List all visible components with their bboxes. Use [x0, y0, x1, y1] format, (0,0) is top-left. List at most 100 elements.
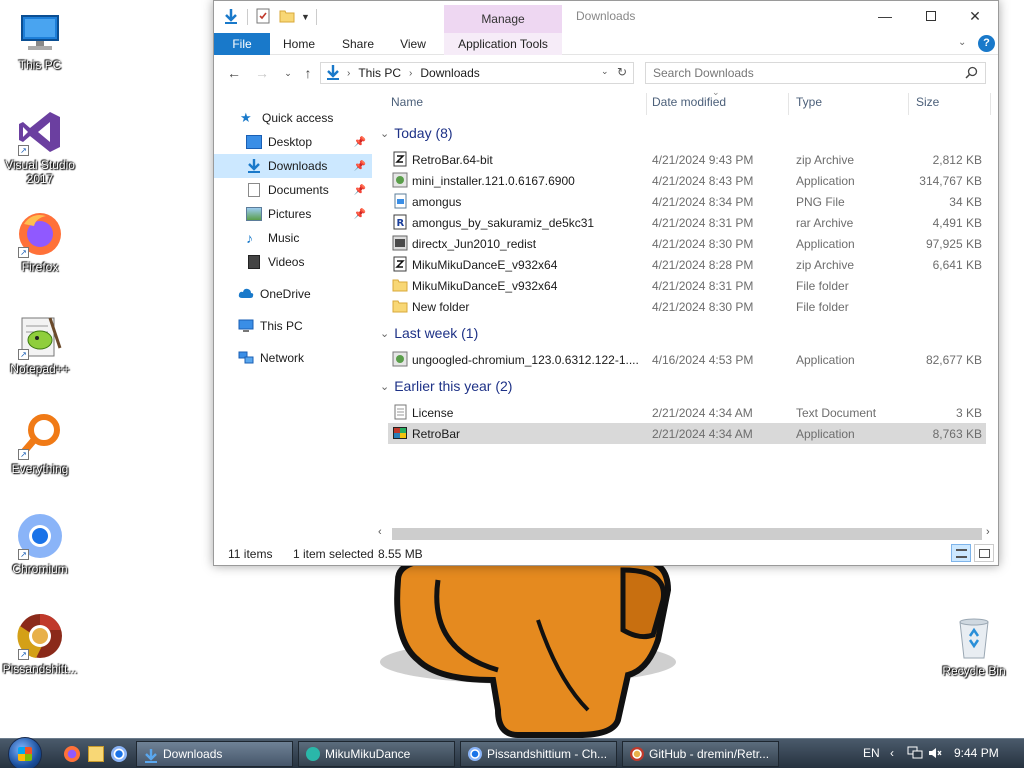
taskbar-button-pissandshittium[interactable]: Pissandshittium - Ch... — [460, 741, 617, 767]
tab-home[interactable]: Home — [274, 33, 324, 55]
file-date: 4/21/2024 9:43 PM — [652, 152, 754, 167]
address-history-chevron-icon[interactable]: ⌄ — [601, 66, 609, 77]
pin-icon[interactable]: 📌 — [354, 137, 366, 148]
firefox-icon[interactable] — [64, 746, 80, 762]
mikumikudance-icon — [306, 747, 320, 761]
details-view-button[interactable] — [951, 544, 971, 562]
new-folder-icon[interactable] — [279, 8, 295, 27]
network-icon[interactable] — [907, 746, 923, 763]
minimize-button[interactable]: — — [862, 1, 908, 31]
column-divider[interactable] — [646, 93, 647, 115]
taskbar-button-github-retrobar[interactable]: GitHub - dremin/Retr... — [622, 741, 779, 767]
scrollbar-thumb[interactable] — [392, 528, 982, 540]
column-divider[interactable] — [908, 93, 909, 115]
folder-icon — [392, 277, 408, 293]
pin-icon[interactable]: 📌 — [354, 209, 366, 220]
nav-this-pc[interactable]: This PC — [214, 314, 372, 338]
up-button[interactable]: ↑ — [298, 64, 318, 82]
nav-item-videos[interactable]: Videos — [214, 250, 372, 274]
file-list: Name ⌄ Date modified Type Size ⌄ Today (… — [374, 87, 998, 527]
properties-icon[interactable] — [255, 8, 271, 27]
desktop-icon-firefox[interactable]: ↗ Firefox — [0, 210, 80, 274]
group-header-today[interactable]: ⌄ Today (8) — [380, 125, 453, 141]
file-size: 2,812 KB — [932, 152, 982, 167]
file-row[interactable]: amongus 4/21/2024 8:34 PM PNG File 34 KB — [388, 191, 986, 212]
taskbar-button-downloads[interactable]: Downloads — [136, 741, 293, 767]
desktop-icon-recycle-bin[interactable]: Recycle Bin — [934, 614, 1014, 678]
crewmate-wallpaper-image — [378, 557, 678, 738]
recent-locations-button[interactable]: ⌄ — [278, 64, 298, 82]
file-row[interactable]: R amongus_by_sakuramiz_de5kc31 4/21/2024… — [388, 212, 986, 233]
refresh-icon[interactable]: ↻ — [617, 65, 627, 79]
address-bar[interactable]: › This PC › Downloads ⌄ ↻ — [320, 62, 634, 84]
column-divider[interactable] — [990, 93, 991, 115]
maximize-button[interactable] — [908, 1, 954, 31]
file-row[interactable]: ungoogled-chromium_123.0.6312.122-1.... … — [388, 349, 986, 370]
horizontal-scrollbar[interactable]: ‹ › — [376, 526, 998, 542]
chromium-icon[interactable] — [111, 746, 127, 762]
zip-archive-icon — [392, 151, 408, 167]
column-header-size[interactable]: Size — [916, 95, 939, 111]
navigation-bar: ← → ⌄ ↑ › This PC › Downloads ⌄ ↻ Search… — [214, 56, 998, 90]
desktop-icon-everything[interactable]: ↗ Everything — [0, 412, 80, 476]
forward-button[interactable]: → — [252, 64, 272, 82]
manage-context-tab[interactable]: Manage — [444, 5, 562, 33]
breadcrumb-downloads[interactable]: Downloads — [420, 66, 479, 80]
file-row-selected[interactable]: RetroBar 2/21/2024 4:34 AM Application 8… — [388, 423, 986, 444]
nav-item-desktop[interactable]: Desktop 📌 — [214, 130, 372, 154]
file-row[interactable]: License 2/21/2024 4:34 AM Text Document … — [388, 402, 986, 423]
file-row[interactable]: MikuMikuDanceE_v932x64 4/21/2024 8:28 PM… — [388, 254, 986, 275]
column-divider[interactable] — [788, 93, 789, 115]
column-header-date-modified[interactable]: Date modified — [652, 95, 726, 111]
column-header-name[interactable]: Name — [391, 95, 423, 111]
large-icons-view-button[interactable] — [974, 544, 994, 562]
nav-item-pictures[interactable]: Pictures 📌 — [214, 202, 372, 226]
start-button[interactable] — [8, 737, 42, 768]
nav-quick-access[interactable]: ★ Quick access — [214, 106, 372, 130]
taskbar-button-mikumikudance[interactable]: MikuMikuDance — [298, 741, 455, 767]
input-language-indicator[interactable]: EN — [863, 746, 880, 760]
clock[interactable]: 9:44 PM — [954, 746, 999, 760]
volume-muted-icon[interactable] — [928, 746, 942, 763]
column-header-type[interactable]: Type — [796, 95, 822, 111]
chevron-down-icon: ⌄ — [380, 327, 390, 340]
desktop-icon-chromium[interactable]: ↗ Chromium — [0, 512, 80, 576]
download-arrow-icon — [325, 64, 341, 83]
tab-file[interactable]: File — [214, 33, 270, 55]
group-header-last-week[interactable]: ⌄ Last week (1) — [380, 325, 478, 341]
nav-network[interactable]: Network — [214, 346, 372, 370]
file-row[interactable]: mini_installer.121.0.6167.6900 4/21/2024… — [388, 170, 986, 191]
desktop-icon-pissandshittium[interactable]: ↗ Pissandshitt... — [0, 612, 80, 676]
desktop-icon-this-pc[interactable]: This PC — [0, 8, 80, 72]
nav-item-music[interactable]: ♪ Music — [214, 226, 372, 250]
file-row[interactable]: directx_Jun2010_redist 4/21/2024 8:30 PM… — [388, 233, 986, 254]
customize-toolbar-chevron-icon[interactable]: ▼ — [301, 12, 310, 22]
nav-onedrive[interactable]: OneDrive — [214, 282, 372, 306]
breadcrumb-this-pc[interactable]: This PC — [358, 66, 401, 80]
tab-view[interactable]: View — [390, 33, 436, 55]
help-button[interactable]: ? — [978, 35, 995, 52]
show-hidden-icons-chevron-icon[interactable]: ‹ — [890, 746, 894, 760]
chevron-down-icon: ⌄ — [380, 127, 390, 140]
desktop-icon-visual-studio[interactable]: ↗ Visual Studio 2017 — [0, 108, 80, 186]
expand-ribbon-chevron-icon[interactable]: ⌄ — [958, 37, 966, 48]
taskbar: Downloads MikuMikuDance Pissandshittium … — [0, 737, 1024, 768]
tab-application-tools[interactable]: Application Tools — [444, 33, 562, 55]
nav-item-documents[interactable]: Documents 📌 — [214, 178, 372, 202]
file-row[interactable]: New folder 4/21/2024 8:30 PM File folder — [388, 296, 986, 317]
back-button[interactable]: ← — [224, 64, 244, 82]
file-row[interactable]: MikuMikuDanceE_v932x64 4/21/2024 8:31 PM… — [388, 275, 986, 296]
desktop-icon-notepad-plus-plus[interactable]: ↗ Notepad++ — [0, 312, 80, 376]
search-input[interactable]: Search Downloads — [645, 62, 986, 84]
file-row[interactable]: RetroBar.64-bit 4/21/2024 9:43 PM zip Ar… — [388, 149, 986, 170]
file-explorer-icon[interactable] — [88, 746, 104, 762]
pin-icon[interactable]: 📌 — [354, 161, 366, 172]
scroll-left-icon[interactable]: ‹ — [378, 526, 382, 538]
group-header-earlier-this-year[interactable]: ⌄ Earlier this year (2) — [380, 378, 512, 394]
nav-item-downloads[interactable]: Downloads 📌 — [214, 154, 372, 178]
tab-share[interactable]: Share — [332, 33, 384, 55]
pin-icon[interactable]: 📌 — [354, 185, 366, 196]
close-button[interactable]: ✕ — [952, 1, 998, 31]
scroll-right-icon[interactable]: › — [986, 526, 990, 538]
taskbar-button-label: MikuMikuDance — [325, 747, 411, 761]
